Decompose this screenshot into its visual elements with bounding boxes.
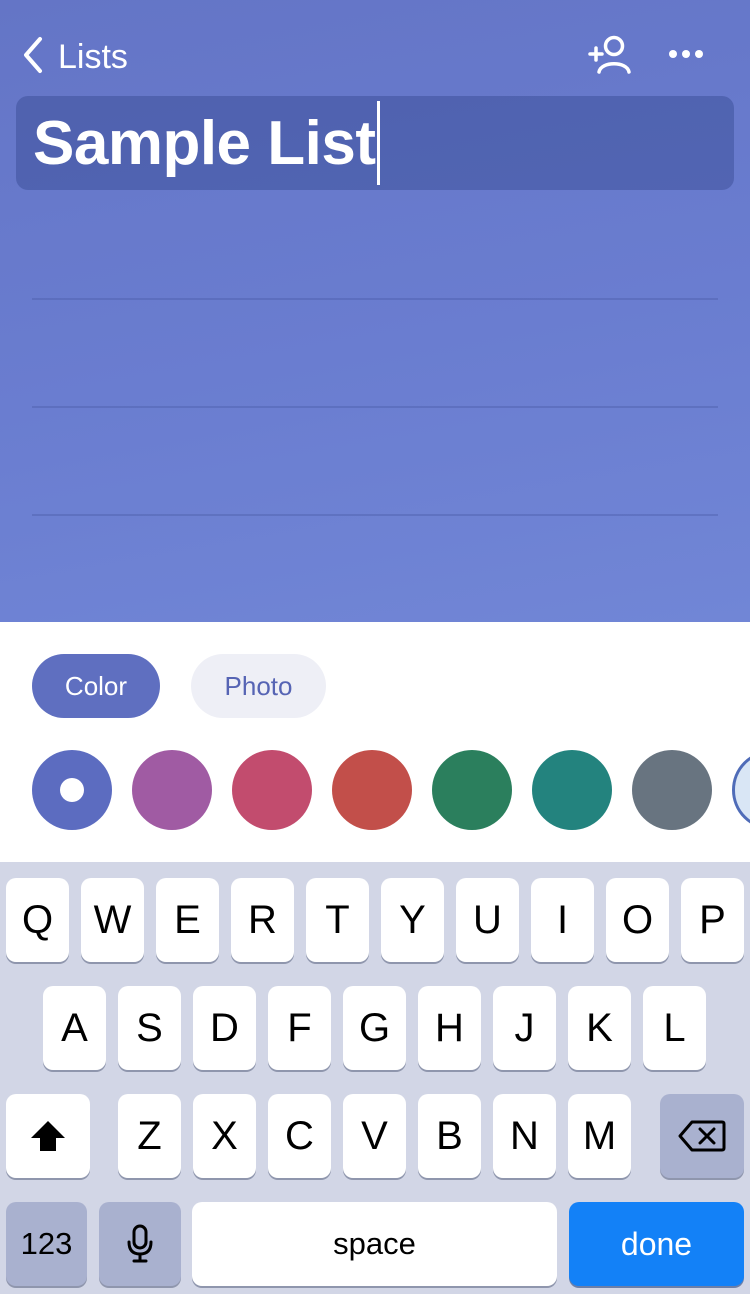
color-swatch[interactable] bbox=[132, 750, 212, 830]
key-l[interactable]: L bbox=[643, 986, 706, 1070]
key-p[interactable]: P bbox=[681, 878, 744, 962]
key-r[interactable]: R bbox=[231, 878, 294, 962]
key-u[interactable]: U bbox=[456, 878, 519, 962]
text-caret bbox=[376, 101, 380, 185]
key-a[interactable]: A bbox=[43, 986, 106, 1070]
key-k[interactable]: K bbox=[568, 986, 631, 1070]
key-e[interactable]: E bbox=[156, 878, 219, 962]
color-swatch[interactable] bbox=[332, 750, 412, 830]
more-options-button[interactable] bbox=[663, 34, 709, 76]
backspace-icon bbox=[678, 1119, 726, 1153]
key-y[interactable]: Y bbox=[381, 878, 444, 962]
key-h[interactable]: H bbox=[418, 986, 481, 1070]
key-g[interactable]: G bbox=[343, 986, 406, 1070]
dictation-key[interactable] bbox=[99, 1202, 181, 1286]
key-x[interactable]: X bbox=[193, 1094, 256, 1178]
key-q[interactable]: Q bbox=[6, 878, 69, 962]
space-key[interactable]: space bbox=[192, 1202, 557, 1286]
shift-key[interactable] bbox=[6, 1094, 90, 1178]
keyboard: QWERTYUIOP ASDFGHJKL ZXCVBNM 123 space d… bbox=[0, 862, 750, 1294]
list-row-divider bbox=[32, 298, 718, 300]
color-swatch[interactable] bbox=[232, 750, 312, 830]
background-picker: Color Photo bbox=[0, 622, 750, 862]
key-w[interactable]: W bbox=[81, 878, 144, 962]
key-b[interactable]: B bbox=[418, 1094, 481, 1178]
key-v[interactable]: V bbox=[343, 1094, 406, 1178]
color-swatch[interactable] bbox=[32, 750, 112, 830]
color-swatch[interactable] bbox=[732, 750, 750, 830]
list-title-input[interactable]: Sample List bbox=[16, 96, 734, 190]
key-d[interactable]: D bbox=[193, 986, 256, 1070]
done-key[interactable]: done bbox=[569, 1202, 744, 1286]
add-person-icon bbox=[587, 35, 633, 80]
chevron-left-icon bbox=[20, 35, 46, 80]
microphone-icon bbox=[126, 1224, 154, 1264]
color-swatch[interactable] bbox=[632, 750, 712, 830]
key-m[interactable]: M bbox=[568, 1094, 631, 1178]
back-label: Lists bbox=[58, 37, 128, 76]
key-n[interactable]: N bbox=[493, 1094, 556, 1178]
key-s[interactable]: S bbox=[118, 986, 181, 1070]
list-row-divider bbox=[32, 406, 718, 408]
key-o[interactable]: O bbox=[606, 878, 669, 962]
key-j[interactable]: J bbox=[493, 986, 556, 1070]
color-swatch[interactable] bbox=[532, 750, 612, 830]
shift-icon bbox=[29, 1119, 67, 1153]
list-title-text: Sample List bbox=[33, 108, 376, 178]
tab-color[interactable]: Color bbox=[32, 654, 160, 718]
color-swatch[interactable] bbox=[432, 750, 512, 830]
share-list-button[interactable] bbox=[587, 34, 633, 76]
key-z[interactable]: Z bbox=[118, 1094, 181, 1178]
key-c[interactable]: C bbox=[268, 1094, 331, 1178]
selected-indicator bbox=[60, 778, 84, 802]
list-row-divider bbox=[32, 514, 718, 516]
key-t[interactable]: T bbox=[306, 878, 369, 962]
ellipsis-icon bbox=[663, 50, 709, 80]
tab-photo[interactable]: Photo bbox=[191, 654, 326, 718]
delete-key[interactable] bbox=[660, 1094, 744, 1178]
back-button[interactable]: Lists bbox=[20, 36, 128, 78]
key-f[interactable]: F bbox=[268, 986, 331, 1070]
key-i[interactable]: I bbox=[531, 878, 594, 962]
list-canvas: Lists Sample List bbox=[0, 0, 750, 622]
numbers-key[interactable]: 123 bbox=[6, 1202, 87, 1286]
